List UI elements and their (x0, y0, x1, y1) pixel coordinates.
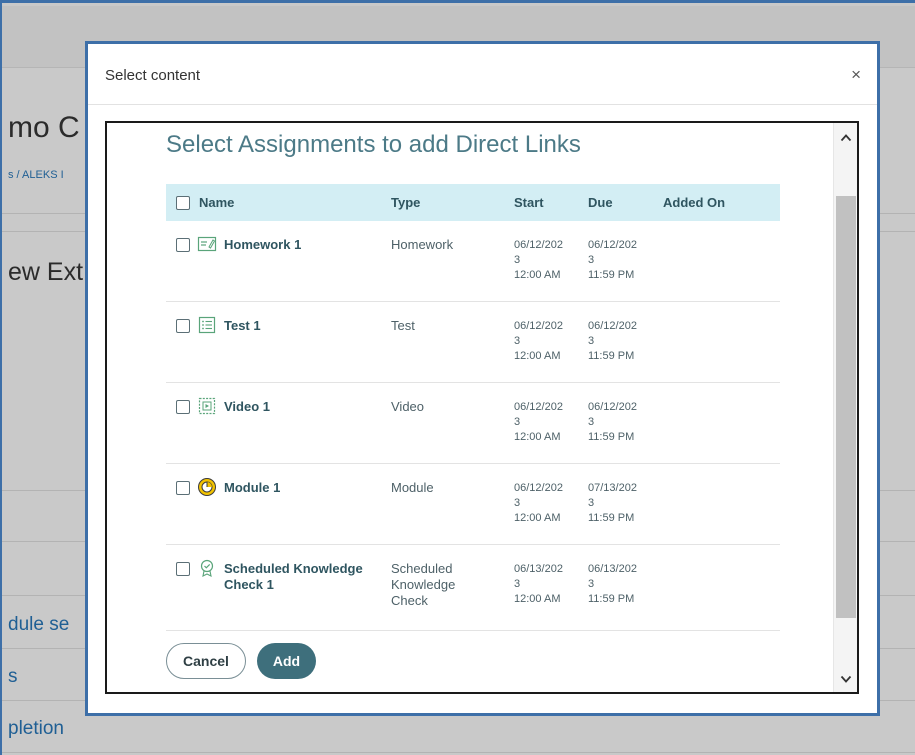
module-icon (197, 477, 217, 497)
start-date: 06/12/202 3 12:00 AM (514, 482, 563, 524)
start-date: 06/12/202 3 12:00 AM (514, 239, 563, 281)
select-all-checkbox[interactable] (176, 196, 190, 210)
select-content-modal: Select content × Select Assignments to a… (85, 41, 880, 716)
assignment-type: Scheduled Knowledge Check (391, 561, 456, 608)
knowledge-check-icon (197, 558, 217, 578)
assignment-type: Test (391, 318, 415, 333)
content-frame: Select Assignments to add Direct Links N… (105, 121, 859, 694)
due-date: 06/12/202 3 11:59 PM (588, 320, 637, 362)
due-date: 06/13/202 3 11:59 PM (588, 563, 637, 605)
assignment-name-link[interactable]: Scheduled Knowledge Check 1 (224, 561, 374, 593)
due-date: 07/13/202 3 11:59 PM (588, 482, 637, 524)
chevron-down-icon[interactable] (839, 672, 853, 686)
assignment-name-link[interactable]: Video 1 (224, 399, 374, 415)
chevron-up-icon[interactable] (839, 131, 853, 145)
table-row: Homework 1 Homework 06/12/202 3 12:00 AM 0… (166, 221, 780, 302)
background-link: dule se (8, 614, 70, 635)
vertical-scrollbar[interactable] (833, 123, 857, 692)
assignments-table: Name Type Start Due Added On Homework 1 … (166, 184, 780, 631)
start-date: 06/13/202 3 12:00 AM (514, 563, 563, 605)
due-date: 06/12/202 3 11:59 PM (588, 239, 637, 281)
column-header-added-on[interactable]: Added On (663, 195, 725, 210)
add-button[interactable]: Add (257, 643, 316, 679)
modal-title: Select content (105, 67, 201, 84)
table-header: Name Type Start Due Added On (166, 184, 780, 221)
row-checkbox[interactable] (176, 562, 190, 576)
column-header-type[interactable]: Type (391, 195, 420, 210)
start-date: 06/12/202 3 12:00 AM (514, 320, 563, 362)
assignment-name-link[interactable]: Module 1 (224, 480, 374, 496)
table-row: Video 1 Video 06/12/202 3 12:00 AM 06/12/2… (166, 383, 780, 464)
row-checkbox[interactable] (176, 481, 190, 495)
column-header-due[interactable]: Due (588, 195, 613, 210)
assignment-type: Module (391, 480, 434, 495)
homework-icon (197, 234, 217, 254)
modal-header: Select content × (88, 44, 877, 105)
cancel-button[interactable]: Cancel (166, 643, 246, 679)
background-page-title: mo C (8, 111, 80, 144)
background-breadcrumb: s / ALEKS I (8, 169, 64, 181)
column-header-start[interactable]: Start (514, 195, 544, 210)
start-date: 06/12/202 3 12:00 AM (514, 401, 563, 443)
divider (2, 752, 915, 753)
assignment-name-link[interactable]: Test 1 (224, 318, 374, 334)
background-link: pletion (8, 718, 64, 739)
table-row: Test 1 Test 06/12/202 3 12:00 AM 06/12/202… (166, 302, 780, 383)
page-heading: Select Assignments to add Direct Links (166, 131, 581, 158)
video-icon (197, 396, 217, 416)
table-row: Scheduled Knowledge Check 1 Scheduled Know… (166, 545, 780, 631)
close-icon[interactable]: × (851, 66, 861, 83)
scrollbar-thumb[interactable] (836, 196, 856, 618)
background-section-title: ew Ext (8, 258, 84, 286)
table-row: Module 1 Module 06/12/202 3 12:00 AM 07/13… (166, 464, 780, 545)
test-icon (197, 315, 217, 335)
row-checkbox[interactable] (176, 238, 190, 252)
column-header-name[interactable]: Name (199, 195, 234, 210)
assignment-type: Video (391, 399, 425, 414)
assignment-name-link[interactable]: Homework 1 (224, 237, 374, 253)
row-checkbox[interactable] (176, 400, 190, 414)
assignment-type: Homework (391, 237, 454, 252)
due-date: 06/12/202 3 11:59 PM (588, 401, 637, 443)
background-link: s (8, 666, 18, 687)
row-checkbox[interactable] (176, 319, 190, 333)
